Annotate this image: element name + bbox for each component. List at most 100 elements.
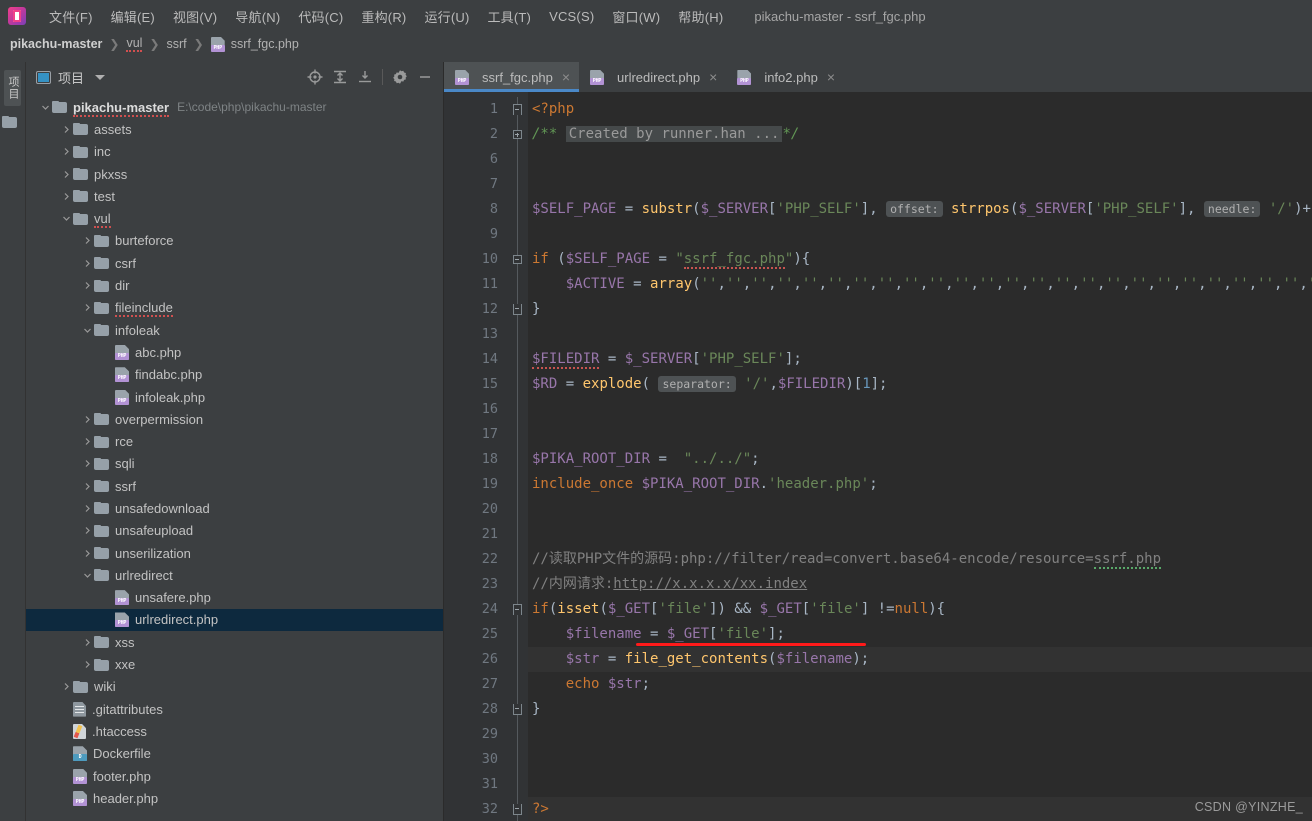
- tree-item-htaccess[interactable]: .htaccess: [26, 720, 443, 742]
- chevron-right-icon[interactable]: [59, 147, 73, 156]
- menu-refactor[interactable]: 重构(R): [352, 4, 415, 29]
- breadcrumb-item-vul[interactable]: vul: [126, 36, 143, 52]
- menu-code[interactable]: 代码(C): [289, 4, 352, 29]
- code-line[interactable]: [528, 422, 1312, 447]
- code-line[interactable]: }: [528, 697, 1312, 722]
- breadcrumb-item-file[interactable]: PHP ssrf_fgc.php: [210, 36, 299, 52]
- tree-item-burteforce[interactable]: burteforce: [26, 230, 443, 252]
- fold-marker[interactable]: [506, 622, 528, 647]
- tree-item-ssrf[interactable]: ssrf: [26, 475, 443, 497]
- chevron-down-icon[interactable]: [80, 571, 94, 580]
- tree-item-urlredirect-php[interactable]: PHP urlredirect.php: [26, 608, 443, 632]
- menu-navigate[interactable]: 导航(N): [226, 4, 289, 29]
- tree-item-dockerfile[interactable]: D Dockerfile: [26, 743, 443, 765]
- tree-item-wiki[interactable]: wiki: [26, 676, 443, 698]
- tree-item-abc-php[interactable]: PHP abc.php: [26, 341, 443, 363]
- fold-marker[interactable]: [506, 147, 528, 172]
- code-line[interactable]: //内网请求:http://x.x.x.x/xx.index: [528, 572, 1312, 597]
- menu-help[interactable]: 帮助(H): [669, 4, 732, 29]
- menu-vcs[interactable]: VCS(S): [540, 6, 603, 27]
- code-line[interactable]: [528, 147, 1312, 172]
- code-line[interactable]: <?php: [528, 97, 1312, 122]
- close-icon[interactable]: ×: [709, 70, 717, 84]
- locate-in-tree-icon[interactable]: [307, 69, 323, 85]
- code-line[interactable]: [528, 322, 1312, 347]
- chevron-right-icon[interactable]: [80, 660, 94, 669]
- expand-all-icon[interactable]: [332, 69, 348, 85]
- chevron-right-icon[interactable]: [80, 526, 94, 535]
- chevron-right-icon[interactable]: [80, 415, 94, 424]
- code-editor[interactable]: 1 2 6 7 8 9 10 11 12 13 14 15 16 17 18 19 20 21 22 23 24 25 26…: [444, 92, 1312, 821]
- fold-marker[interactable]: [506, 372, 528, 397]
- chevron-right-icon[interactable]: [59, 170, 73, 179]
- fold-marker[interactable]: [506, 497, 528, 522]
- editor-tab-info2[interactable]: PHP info2.php ×: [726, 62, 844, 92]
- tree-item-infoleak-php[interactable]: PHP infoleak.php: [26, 386, 443, 408]
- chevron-right-icon[interactable]: [80, 482, 94, 491]
- menu-edit[interactable]: 编辑(E): [102, 4, 164, 29]
- collapse-all-icon[interactable]: [357, 69, 373, 85]
- code-line[interactable]: include_once $PIKA_ROOT_DIR.'header.php'…: [528, 472, 1312, 497]
- code-line[interactable]: $str = file_get_contents($filename);: [528, 647, 1312, 672]
- chevron-down-icon[interactable]: [80, 326, 94, 335]
- menu-tools[interactable]: 工具(T): [478, 4, 540, 29]
- code-line[interactable]: $SELF_PAGE = substr($_SERVER['PHP_SELF']…: [528, 197, 1312, 222]
- tree-item-vul[interactable]: vul: [26, 207, 443, 229]
- menu-window[interactable]: 窗口(W): [603, 4, 669, 29]
- close-icon[interactable]: ×: [562, 70, 570, 84]
- tree-item-assets[interactable]: assets: [26, 118, 443, 140]
- code-line[interactable]: [528, 772, 1312, 797]
- tree-item-footer-php[interactable]: PHP footer.php: [26, 765, 443, 787]
- tree-item-xxe[interactable]: xxe: [26, 653, 443, 675]
- code-line[interactable]: if(isset($_GET['file']) && $_GET['file']…: [528, 597, 1312, 622]
- menu-view[interactable]: 视图(V): [164, 4, 226, 29]
- tree-item-xss[interactable]: xss: [26, 631, 443, 653]
- fold-marker[interactable]: [506, 322, 528, 347]
- code-line[interactable]: if ($SELF_PAGE = "ssrf_fgc.php"){: [528, 247, 1312, 272]
- chevron-right-icon[interactable]: [59, 125, 73, 134]
- settings-gear-icon[interactable]: [392, 69, 408, 85]
- fold-marker[interactable]: [506, 397, 528, 422]
- folder-icon[interactable]: [2, 116, 17, 131]
- fold-marker[interactable]: [506, 697, 528, 722]
- fold-marker[interactable]: [506, 472, 528, 497]
- tree-item-dir[interactable]: dir: [26, 274, 443, 296]
- fold-marker[interactable]: [506, 422, 528, 447]
- fold-marker[interactable]: [506, 272, 528, 297]
- tree-item-unsafere-php[interactable]: PHP unsafere.php: [26, 587, 443, 609]
- fold-marker[interactable]: [506, 722, 528, 747]
- tree-item-inc[interactable]: inc: [26, 141, 443, 163]
- fold-marker[interactable]: [506, 297, 528, 322]
- chevron-down-icon[interactable]: [59, 214, 73, 223]
- tree-item-rce[interactable]: rce: [26, 430, 443, 452]
- tree-item-csrf[interactable]: csrf: [26, 252, 443, 274]
- chevron-right-icon[interactable]: [80, 504, 94, 513]
- breadcrumb-item-project[interactable]: pikachu-master: [10, 37, 102, 51]
- tree-item-sqli[interactable]: sqli: [26, 453, 443, 475]
- tree-item-unsafedownload[interactable]: unsafedownload: [26, 497, 443, 519]
- project-tree[interactable]: pikachu-master E:\code\php\pikachu-master…: [26, 92, 443, 821]
- chevron-right-icon[interactable]: [80, 459, 94, 468]
- fold-marker[interactable]: [506, 672, 528, 697]
- menu-file[interactable]: 文件(F): [40, 4, 102, 29]
- code-line[interactable]: echo $str;: [528, 672, 1312, 697]
- code-line[interactable]: [528, 722, 1312, 747]
- tree-item-test[interactable]: test: [26, 185, 443, 207]
- chevron-right-icon[interactable]: [59, 682, 73, 691]
- tree-item-pikachu-master[interactable]: pikachu-master E:\code\php\pikachu-master: [26, 96, 443, 118]
- tree-item-overpermission[interactable]: overpermission: [26, 408, 443, 430]
- tree-item-unserilization[interactable]: unserilization: [26, 542, 443, 564]
- breadcrumb-item-ssrf[interactable]: ssrf: [167, 37, 187, 51]
- chevron-right-icon[interactable]: [80, 638, 94, 647]
- fold-marker[interactable]: [506, 122, 528, 147]
- tree-item-fileinclude[interactable]: fileinclude: [26, 297, 443, 319]
- hide-panel-icon[interactable]: [417, 69, 433, 85]
- code-line[interactable]: [528, 747, 1312, 772]
- fold-marker[interactable]: [506, 747, 528, 772]
- code-content[interactable]: <?php/** Created by runner.han ... */ $SE…: [528, 92, 1312, 821]
- code-folding-gutter[interactable]: [506, 92, 528, 821]
- fold-marker[interactable]: [506, 797, 528, 821]
- fold-marker[interactable]: [506, 172, 528, 197]
- chevron-right-icon[interactable]: [80, 259, 94, 268]
- code-line[interactable]: $PIKA_ROOT_DIR = "../../";: [528, 447, 1312, 472]
